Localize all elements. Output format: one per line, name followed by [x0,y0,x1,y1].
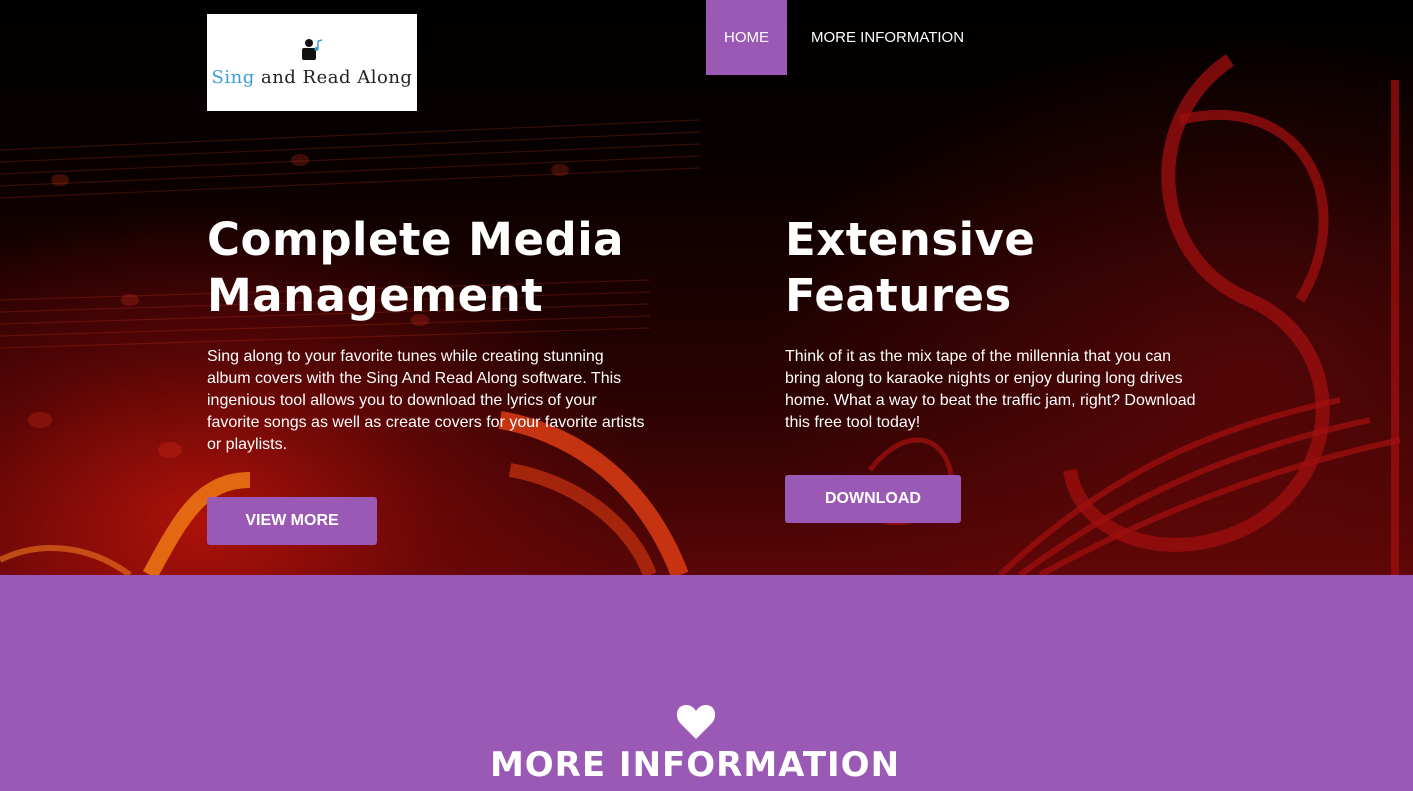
hero-right-title-line2: Features [785,269,1012,322]
person-reading-icon [302,39,323,60]
heart-icon [676,705,716,739]
nav-item-more-information[interactable]: MORE INFORMATION [787,0,982,75]
hero-right-title-line1: Extensive [785,213,1036,266]
hero-left-title-line2: Management [207,269,544,322]
view-more-button[interactable]: VIEW MORE [207,497,377,545]
hero-column-media-management: Complete Media Management Sing along to y… [207,212,647,456]
logo-text: Sing and Read Along [212,67,413,88]
hero-right-body: Think of it as the mix tape of the mille… [785,348,1196,431]
download-button[interactable]: DOWNLOAD [785,475,961,523]
logo-text-rest: and Read Along [254,67,413,88]
logo[interactable]: Sing and Read Along [207,14,417,111]
hero-section: Sing and Read Along HOME MORE INFORMATIO… [0,0,1413,575]
main-nav: HOME MORE INFORMATION [706,0,982,75]
hero-left-body: Sing along to your favorite tunes while … [207,348,645,453]
nav-item-home[interactable]: HOME [706,0,787,75]
logo-text-accent: Sing [211,67,255,88]
hero-column-extensive-features: Extensive Features Think of it as the mix… [785,212,1205,434]
hero-right-title: Extensive Features [785,212,1205,324]
more-information-section: MORE INFORMATION [0,575,1413,791]
hero-left-title: Complete Media Management [207,212,647,324]
more-information-title: MORE INFORMATION [489,745,901,785]
hero-left-title-line1: Complete Media [207,213,624,266]
